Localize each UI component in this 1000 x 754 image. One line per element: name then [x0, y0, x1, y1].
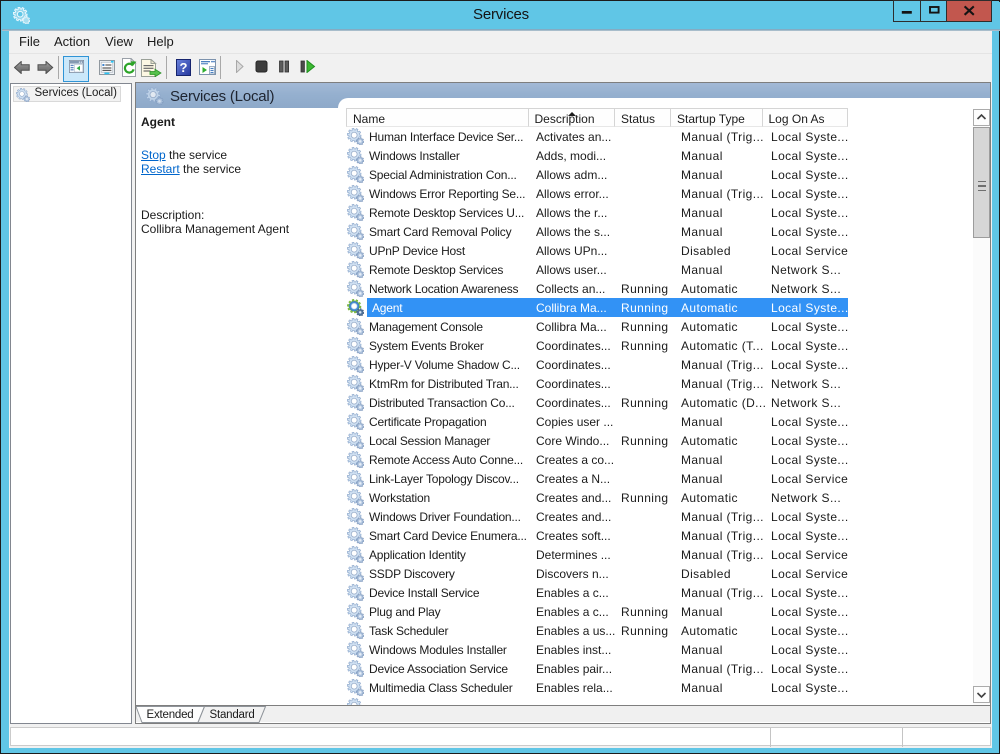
svg-text:?: ? [180, 60, 188, 75]
svg-text:Standard: Standard [210, 709, 255, 721]
svg-text:Extended: Extended [147, 709, 194, 721]
